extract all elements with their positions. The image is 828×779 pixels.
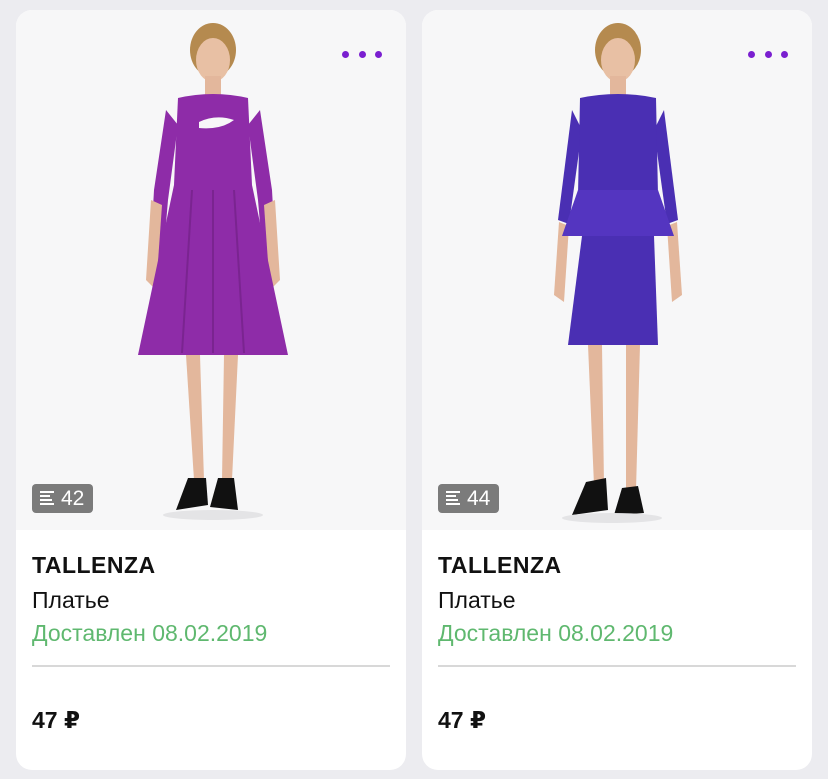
product-card[interactable]: 44 TALLENZA Платье Доставлен 08.02.2019 … xyxy=(422,10,812,770)
size-badge: 42 xyxy=(32,484,94,513)
size-value: 44 xyxy=(467,486,491,510)
more-options-button[interactable] xyxy=(748,44,788,64)
ellipsis-icon xyxy=(748,50,755,58)
delivery-status: Доставлен 08.02.2019 xyxy=(32,620,268,646)
divider xyxy=(32,665,390,667)
ellipsis-icon xyxy=(781,50,788,58)
product-photo[interactable]: 42 xyxy=(16,10,406,530)
product-grid: 42 TALLENZA Платье Доставлен 08.02.2019 … xyxy=(0,0,828,779)
product-card[interactable]: 42 TALLENZA Платье Доставлен 08.02.2019 … xyxy=(16,10,406,770)
divider xyxy=(438,665,796,667)
size-badge: 44 xyxy=(438,484,500,513)
price: 47 ₽ xyxy=(438,707,486,733)
ellipsis-icon xyxy=(764,50,772,58)
brand-name: TALLENZA xyxy=(438,552,562,578)
size-lines-icon xyxy=(40,490,54,507)
brand-name: TALLENZA xyxy=(32,552,156,578)
delivery-status: Доставлен 08.02.2019 xyxy=(438,620,674,646)
ellipsis-icon xyxy=(342,50,349,58)
ellipsis-icon xyxy=(358,50,366,58)
size-lines-icon xyxy=(446,490,460,507)
product-type: Платье xyxy=(32,587,110,613)
product-photo[interactable]: 44 xyxy=(422,10,812,530)
model-in-dress-image xyxy=(138,23,288,520)
product-type: Платье xyxy=(438,587,516,613)
size-value: 42 xyxy=(61,486,85,510)
price: 47 ₽ xyxy=(32,707,80,733)
ellipsis-icon xyxy=(375,50,382,58)
more-options-button[interactable] xyxy=(342,44,382,64)
model-in-dress-image xyxy=(554,23,682,523)
